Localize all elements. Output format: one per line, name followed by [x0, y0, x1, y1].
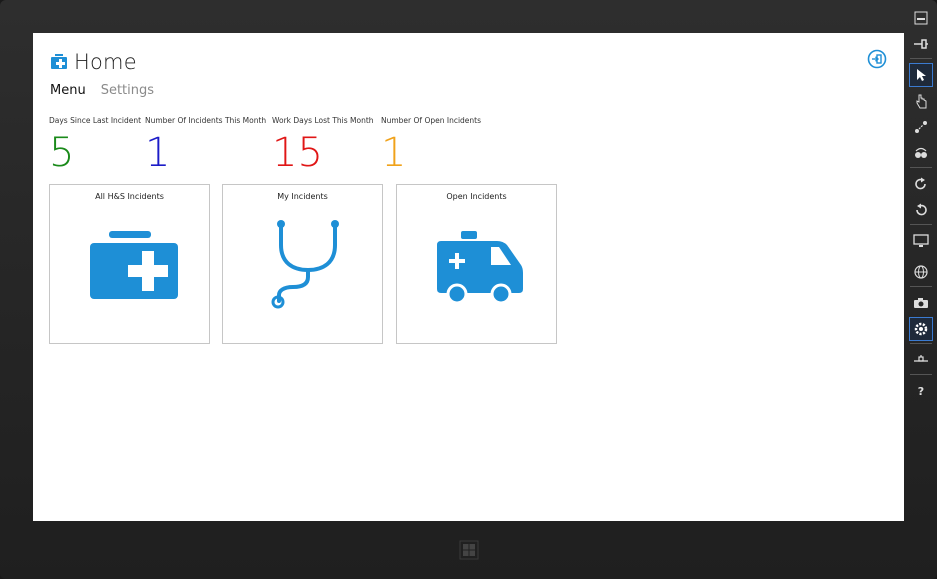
stat-value: 5: [49, 130, 75, 176]
simulator-toolbar: ?: [907, 0, 937, 579]
display-icon[interactable]: [909, 229, 933, 253]
tile-title: Open Incidents: [446, 192, 507, 201]
app-header: Home: [50, 47, 137, 77]
toolbar-divider: [910, 374, 932, 375]
globe-icon[interactable]: [909, 260, 933, 284]
toolbar-divider: [910, 343, 932, 344]
pointer-icon[interactable]: [909, 63, 933, 87]
stat-value: 1: [145, 130, 171, 176]
camera-icon[interactable]: [909, 291, 933, 315]
toolbar-divider: [910, 167, 932, 168]
tile-open-incidents[interactable]: Open Incidents: [396, 184, 557, 344]
help-label: ?: [917, 384, 925, 398]
ambulance-icon: [397, 215, 556, 305]
pin-icon[interactable]: [909, 32, 933, 56]
pinch-icon[interactable]: [909, 115, 933, 139]
windows-logo-icon: [459, 540, 479, 564]
stat-days-since-last-incident: Days Since Last Incident 5: [49, 116, 141, 173]
rotate-counterclockwise-icon[interactable]: [909, 198, 933, 222]
first-aid-kit-icon: [50, 215, 209, 305]
tab-settings[interactable]: Settings: [101, 83, 154, 98]
first-aid-kit-icon: [50, 53, 68, 71]
stats-panel: Days Since Last Incident 5 Number Of Inc…: [49, 116, 569, 176]
help-icon[interactable]: ?: [909, 379, 933, 403]
stat-open-incidents: Number Of Open Incidents 1: [381, 116, 481, 173]
settings-icon[interactable]: [909, 317, 933, 341]
tile-all-hs-incidents[interactable]: All H&S Incidents: [49, 184, 210, 344]
nav-tabs: Menu Settings: [50, 83, 154, 98]
minimize-icon[interactable]: [909, 6, 933, 30]
windows-button[interactable]: [456, 539, 481, 564]
network-icon[interactable]: [909, 348, 933, 372]
sign-out-icon[interactable]: [867, 49, 887, 69]
stat-work-days-lost: Work Days Lost This Month 15: [272, 116, 374, 173]
stethoscope-icon: [223, 215, 382, 315]
app-screen: Home Menu Settings Days Since Last Incid…: [33, 33, 904, 521]
stat-label: Days Since Last Incident: [49, 116, 142, 125]
rotate-clockwise-icon[interactable]: [909, 172, 933, 196]
toolbar-divider: [910, 224, 932, 225]
stat-label: Number Of Open Incidents: [381, 116, 482, 125]
stat-incidents-this-month: Number Of Incidents This Month 1: [145, 116, 266, 173]
tile-my-incidents[interactable]: My Incidents: [222, 184, 383, 344]
stat-label: Work Days Lost This Month: [272, 116, 374, 125]
stat-value: 15: [272, 130, 323, 176]
tile-title: My Incidents: [277, 192, 328, 201]
tab-menu[interactable]: Menu: [50, 83, 86, 98]
tile-title: All H&S Incidents: [95, 192, 164, 201]
stat-label: Number Of Incidents This Month: [145, 116, 267, 125]
rotate-touch-icon[interactable]: [909, 141, 933, 165]
stat-value: 1: [381, 130, 407, 176]
toolbar-divider: [910, 58, 932, 59]
toolbar-divider: [910, 286, 932, 287]
touch-icon[interactable]: [909, 89, 933, 113]
page-title: Home: [74, 50, 137, 74]
